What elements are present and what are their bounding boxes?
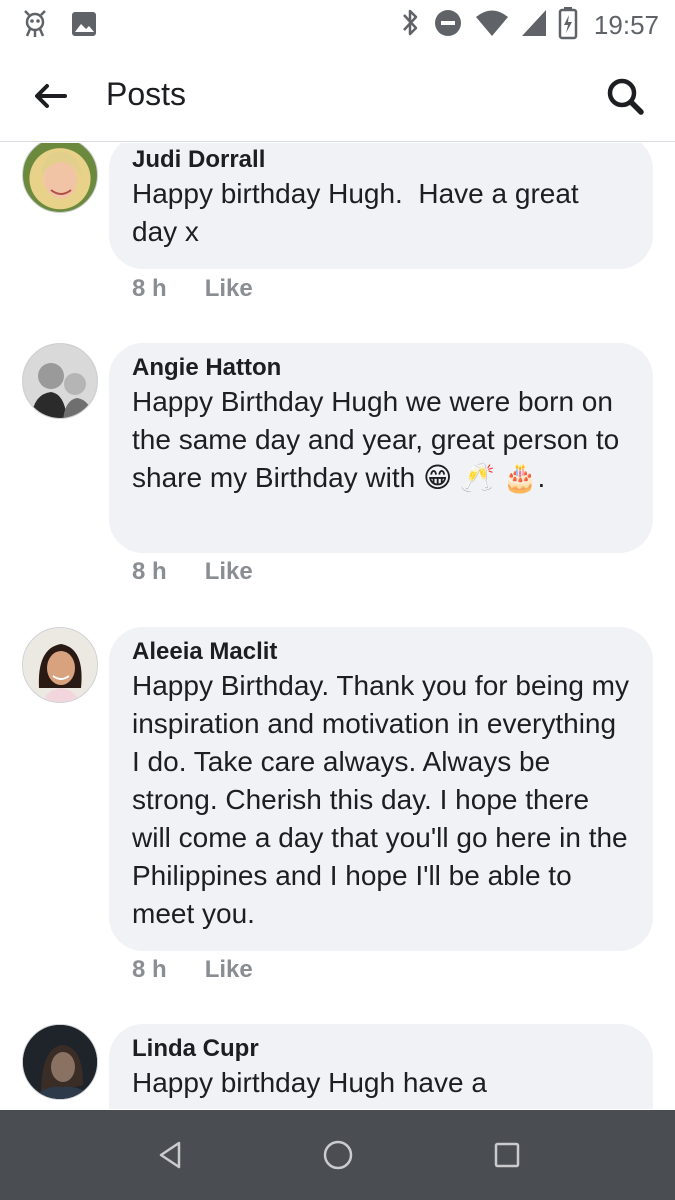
like-button[interactable]: Like (205, 956, 253, 984)
comment-author[interactable]: Angie Hatton (132, 353, 631, 383)
notification-app-icon (20, 9, 50, 44)
comment-author[interactable]: Linda Cupr (132, 1034, 631, 1064)
back-arrow-icon (35, 84, 67, 108)
circle-home-icon (323, 1140, 353, 1170)
triangle-back-icon (159, 1141, 181, 1169)
comment-bubble: Judi Dorrall Happy birthday Hugh. Have a… (109, 143, 653, 269)
do-not-disturb-icon (432, 7, 464, 44)
page-title: Posts (106, 76, 187, 112)
comment-bubble: Linda Cupr Happy birthday Hugh have a (109, 1024, 653, 1109)
comment-time[interactable]: 8 h (132, 558, 167, 586)
comment-meta: 8 h Like (132, 558, 253, 586)
comment-text: Happy birthday Hugh have a (132, 1067, 487, 1098)
nav-home-button[interactable] (318, 1135, 358, 1175)
back-button[interactable] (30, 76, 70, 116)
like-button[interactable]: Like (205, 558, 253, 586)
signal-icon (520, 8, 548, 43)
nav-recents-button[interactable] (487, 1135, 527, 1175)
avatar[interactable] (22, 627, 98, 703)
bluetooth-icon (398, 6, 422, 45)
status-bar: 19:57 (0, 0, 675, 48)
status-time: 19:57 (593, 10, 659, 40)
comment-time[interactable]: 8 h (132, 275, 167, 303)
wifi-icon (474, 8, 510, 43)
comment-author[interactable]: Aleeia Maclit (132, 637, 631, 667)
comment-bubble: Aleeia Maclit Happy Birthday. Thank you … (109, 627, 653, 951)
image-icon (70, 10, 98, 43)
battery-icon (558, 6, 578, 45)
like-button[interactable]: Like (205, 275, 253, 303)
emoji-suffix: . (537, 462, 546, 493)
comment-text: Happy birthday Hugh. Have a great day x (132, 178, 587, 247)
avatar[interactable] (22, 143, 98, 213)
app-bar: Posts (0, 48, 675, 142)
comments-list: Judi Dorrall Happy birthday Hugh. Have a… (0, 143, 675, 1109)
square-recents-icon (494, 1142, 520, 1168)
comment-meta: 8 h Like (132, 275, 253, 303)
search-button[interactable] (603, 74, 647, 118)
avatar[interactable] (22, 1024, 98, 1100)
status-bar-right: 19:57 (398, 6, 659, 45)
comment-meta: 8 h Like (132, 956, 253, 984)
system-nav-bar (0, 1110, 675, 1200)
status-bar-left (20, 9, 98, 44)
comment-text-body: Happy Birthday Hugh we were born on the … (132, 386, 627, 493)
nav-back-button[interactable] (150, 1135, 190, 1175)
comment-bubble: Angie Hatton Happy Birthday Hugh we were… (109, 343, 653, 553)
emoji-group: 😁 🥂 🎂 (423, 462, 538, 493)
comment-text: Happy Birthday Hugh we were born on the … (132, 383, 631, 497)
comment-author[interactable]: Judi Dorrall (132, 145, 631, 175)
avatar[interactable] (22, 343, 98, 419)
comment-time[interactable]: 8 h (132, 956, 167, 984)
comment-text: Happy Birthday. Thank you for being my i… (132, 670, 637, 929)
search-icon (607, 78, 644, 115)
